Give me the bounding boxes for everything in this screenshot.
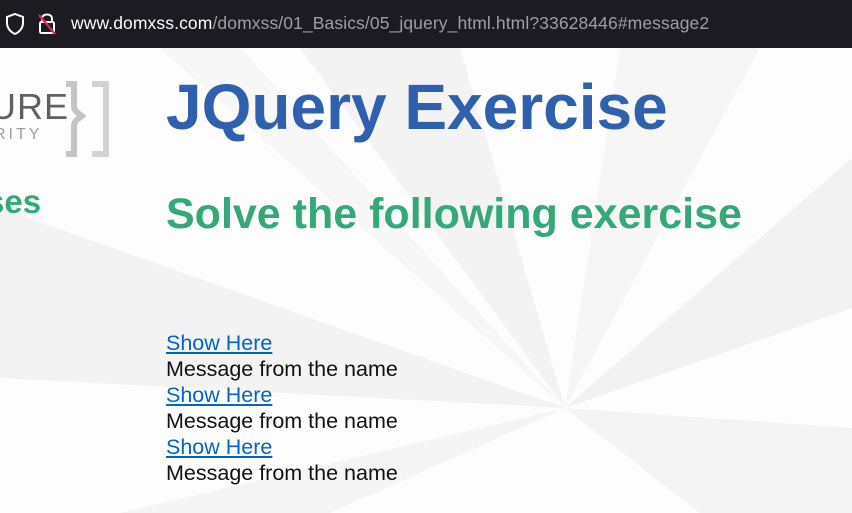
shield-icon[interactable] (4, 12, 26, 36)
url-path: /domxss/01_Basics/05_jquery_html.html?33… (212, 13, 710, 33)
page-title: JQuery Exercise (166, 71, 668, 143)
show-here-link[interactable]: Show Here (166, 434, 272, 460)
logo-subtext: RITY (0, 126, 43, 143)
show-here-link[interactable]: Show Here (166, 330, 272, 356)
message-text: Message from the name (166, 409, 398, 433)
message-text: Message from the name (166, 461, 398, 485)
url-host: www.domxss.com (71, 13, 213, 33)
insecure-lock-icon[interactable] (36, 12, 58, 36)
url-text[interactable]: www.domxss.com/domxss/01_Basics/05_jquer… (71, 13, 709, 34)
show-here-link[interactable]: Show Here (166, 382, 272, 408)
message-list: Show Here Message from the name Show Her… (166, 330, 398, 486)
message-text: Message from the name (166, 357, 398, 381)
page-subtitle: Solve the following exercise (166, 190, 742, 238)
sidebar-heading: ses (0, 183, 42, 220)
logo-text: URE (0, 86, 70, 127)
page-content: URE RITY ses JQuery Exercise Solve the f… (0, 48, 852, 513)
browser-url-bar[interactable]: www.domxss.com/domxss/01_Basics/05_jquer… (0, 0, 852, 48)
